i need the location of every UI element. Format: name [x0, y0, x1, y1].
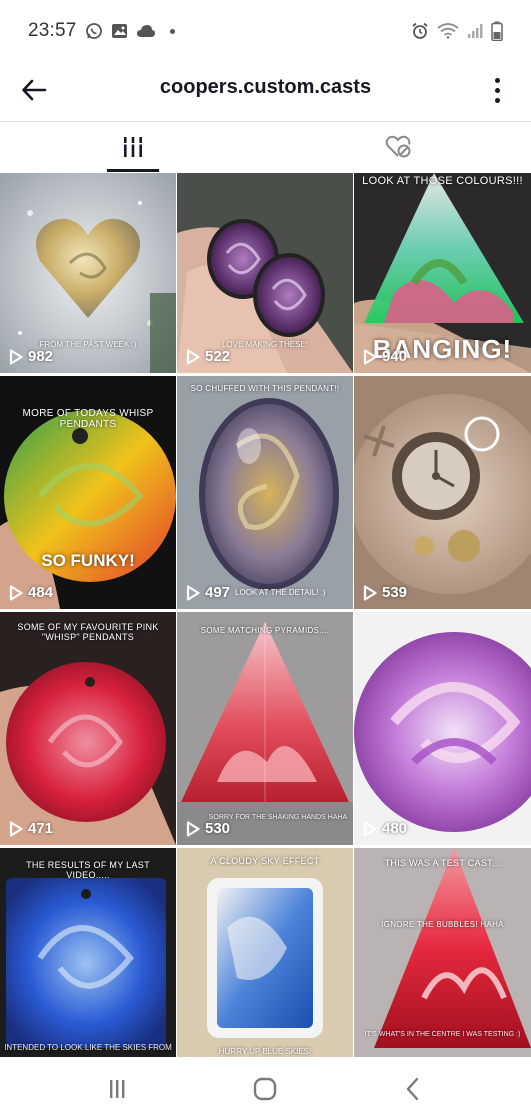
view-count-value: 471	[28, 820, 54, 837]
active-tab-indicator	[107, 169, 159, 172]
view-count: 522	[186, 348, 230, 365]
video-thumbnail[interactable]: MORE OF TODAYS WHISP PENDANTS SO FUNKY! …	[0, 376, 176, 609]
view-count-value: 497	[205, 584, 231, 601]
more-options-button[interactable]	[485, 74, 509, 106]
video-thumbnail[interactable]: SOME MATCHING PYRAMIDS.... SORRY FOR THE…	[177, 612, 353, 845]
video-caption: INTENDED TO LOOK LIKE THE SKIES FROM	[4, 1043, 172, 1052]
thumbnail-image	[354, 376, 531, 609]
view-count: 539	[363, 584, 407, 601]
view-count-value: 480	[382, 820, 408, 837]
video-thumbnail[interactable]: LOOK AT THOSE COLOURS!!! BANGING! 940	[354, 173, 531, 373]
thumbnail-image	[177, 612, 353, 845]
play-icon	[9, 348, 23, 365]
view-count-value: 539	[382, 584, 408, 601]
thumbnail-image	[177, 848, 353, 1057]
view-count: 940	[363, 348, 407, 365]
video-caption-top: THIS WAS A TEST CAST...	[384, 858, 501, 868]
wifi-icon	[437, 23, 459, 39]
tab-videos[interactable]	[0, 122, 265, 172]
video-caption-top: SOME MATCHING PYRAMIDS....	[200, 626, 330, 635]
gallery-icon	[111, 23, 128, 39]
recents-icon	[110, 1080, 125, 1098]
view-count: 497 LOOK AT THE DETAIL! :)	[186, 584, 326, 601]
system-nav-bar	[0, 1058, 531, 1120]
status-bar: 23:57	[0, 0, 531, 62]
view-count-value: 522	[205, 348, 231, 365]
video-thumbnail[interactable]: LOVE MAKING THESE! 522	[177, 173, 353, 373]
grid-icon	[123, 137, 142, 157]
video-thumbnail[interactable]: 539	[354, 376, 531, 609]
video-caption: IT'S WHAT'S IN THE CENTRE I WAS TESTING …	[364, 1031, 521, 1038]
video-caption-top: MORE OF TODAYS WHISP PENDANTS	[22, 408, 154, 430]
home-icon	[253, 1077, 277, 1101]
video-grid: FROM THE PAST WEEK :) 982 LOVE MAKING TH…	[0, 173, 531, 1057]
cloud-icon	[136, 24, 156, 38]
recents-button[interactable]	[97, 1074, 137, 1104]
thumbnail-image	[0, 612, 176, 845]
video-caption-top: LOOK AT THOSE COLOURS!!!	[362, 175, 523, 187]
more-dot	[494, 87, 500, 93]
video-thumbnail[interactable]: THIS WAS A TEST CAST... IGNORE THE BUBBL…	[354, 848, 531, 1057]
view-count: 471	[9, 820, 53, 837]
battery-icon	[491, 21, 503, 41]
play-icon	[9, 584, 23, 601]
play-icon	[186, 820, 200, 837]
dot-icon	[169, 28, 175, 34]
home-button[interactable]	[245, 1074, 285, 1104]
view-count-value: 940	[382, 348, 408, 365]
video-caption: HURRY UP BLUE SKIES!	[218, 1047, 312, 1056]
nav-back-icon	[406, 1077, 419, 1101]
profile-header: coopers.custom.casts	[0, 62, 531, 118]
status-right	[411, 21, 503, 41]
video-thumbnail[interactable]: A CLOUDY SKY EFFECT HURRY UP BLUE SKIES!	[177, 848, 353, 1057]
tab-liked[interactable]	[266, 122, 531, 172]
view-count-value: 484	[28, 584, 54, 601]
view-count: 480	[363, 820, 407, 837]
video-caption-top: A CLOUDY SKY EFFECT	[210, 856, 320, 866]
view-count: 530	[186, 820, 230, 837]
status-left: 23:57	[28, 20, 175, 42]
profile-tabs	[0, 122, 531, 172]
page-title: coopers.custom.casts	[159, 76, 372, 98]
view-count-value: 530	[205, 820, 231, 837]
thumbnail-image	[354, 612, 531, 845]
video-thumbnail[interactable]: THE RESULTS OF MY LAST VIDEO..... INTEND…	[0, 848, 176, 1057]
alarm-icon	[411, 22, 429, 40]
play-icon	[186, 348, 200, 365]
play-icon	[9, 820, 23, 837]
more-dot	[494, 77, 500, 83]
video-caption-top: SO CHUFFED WITH THIS PENDANT!!	[190, 384, 340, 393]
play-icon	[186, 584, 200, 601]
thumbnail-image	[354, 848, 531, 1057]
video-caption: LOOK AT THE DETAIL! :)	[235, 588, 326, 597]
view-count-value: 982	[28, 348, 54, 365]
video-thumbnail[interactable]: 480	[354, 612, 531, 845]
play-icon	[363, 584, 377, 601]
whatsapp-icon	[85, 22, 103, 40]
more-dot	[494, 97, 500, 103]
thumbnail-image	[177, 376, 353, 609]
video-caption-top: THE RESULTS OF MY LAST VIDEO.....	[26, 860, 150, 880]
view-count: 484	[9, 584, 53, 601]
video-thumbnail[interactable]: SOME OF MY FAVOURITE PINK "WHISP" PENDAN…	[0, 612, 176, 845]
hidden-heart-icon	[385, 135, 410, 158]
view-count: 982	[9, 348, 53, 365]
video-big-text: SO FUNKY!	[41, 551, 135, 570]
status-time: 23:57	[28, 20, 77, 41]
video-caption-top: SOME OF MY FAVOURITE PINK "WHISP" PENDAN…	[17, 622, 159, 642]
video-thumbnail[interactable]: SO CHUFFED WITH THIS PENDANT!! 497 LOOK …	[177, 376, 353, 609]
play-icon	[363, 820, 377, 837]
nav-back-button[interactable]	[393, 1074, 433, 1104]
video-thumbnail[interactable]: FROM THE PAST WEEK :) 982	[0, 173, 176, 373]
signal-icon	[467, 23, 483, 39]
video-caption-middle: IGNORE THE BUBBLES! HAHA	[381, 920, 504, 929]
play-icon	[363, 348, 377, 365]
